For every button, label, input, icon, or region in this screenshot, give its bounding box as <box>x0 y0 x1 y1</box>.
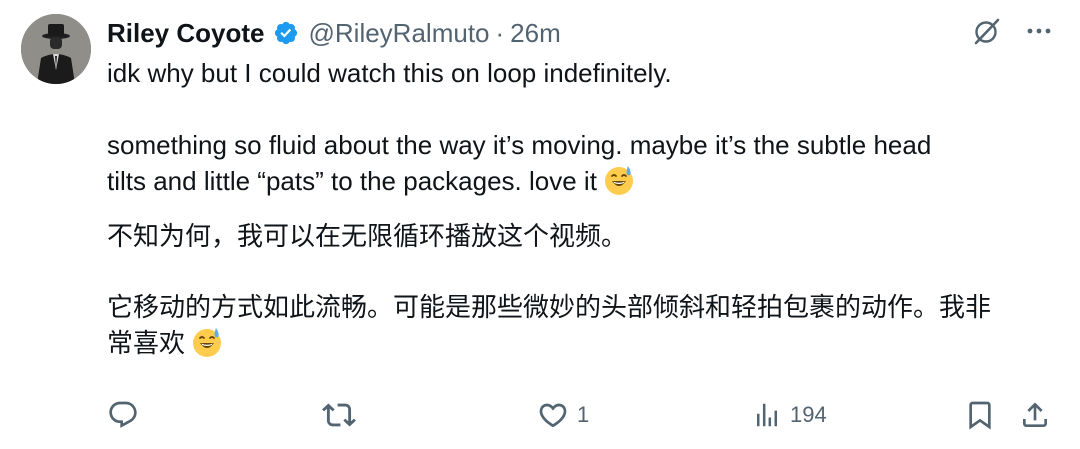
top-right-actions <box>972 16 1054 46</box>
tweet-text-line-6: 常喜欢 <box>107 325 223 361</box>
bookmark-icon <box>969 401 991 430</box>
verified-badge-icon[interactable] <box>273 20 299 46</box>
action-bar: 1 194 <box>0 393 1080 437</box>
repost-button[interactable] <box>322 393 356 437</box>
heart-icon <box>539 403 567 428</box>
tweet-text-line-6-content: 常喜欢 <box>107 328 186 358</box>
share-icon <box>1023 402 1047 427</box>
reply-icon <box>109 401 137 428</box>
tweet-text-line-1: idk why but I could watch this on loop i… <box>107 58 672 88</box>
grok-icon[interactable] <box>972 16 1002 46</box>
tweet-text-line-2: something so fluid about the way it’s mo… <box>107 130 932 160</box>
grinning-face-with-sweat-emoji-icon <box>193 328 222 357</box>
separator-dot: · <box>495 17 505 48</box>
like-count: 1 <box>577 402 590 427</box>
share-button[interactable] <box>1019 393 1051 437</box>
author-name[interactable]: Riley Coyote <box>107 18 265 49</box>
tweet-text-line-5: 它移动的方式如此流畅。可能是那些微妙的头部倾斜和轻拍包裹的动作。我非 <box>107 292 992 322</box>
tweet-text-line-4: 不知为何，我可以在无限循环播放这个视频。 <box>107 221 628 251</box>
reply-button[interactable] <box>107 393 139 437</box>
like-button[interactable]: 1 <box>537 393 589 437</box>
timestamp[interactable]: 26m <box>510 18 561 49</box>
tweet-text-line-3-content: tilts and little “pats” to the packages.… <box>107 166 597 196</box>
repost-icon <box>322 403 356 427</box>
tweet-text-line-3: tilts and little “pats” to the packages.… <box>107 163 635 199</box>
views-chart-icon <box>757 403 777 427</box>
avatar-figure-icon <box>21 14 91 84</box>
views-count: 194 <box>790 402 827 427</box>
grinning-face-with-sweat-emoji-icon <box>604 166 633 195</box>
tweet-header: Riley Coyote @RileyRalmuto · 26m <box>107 15 561 51</box>
author-handle[interactable]: @RileyRalmuto <box>309 18 490 49</box>
more-icon[interactable] <box>1024 16 1054 46</box>
views-button[interactable]: 194 <box>752 393 827 437</box>
avatar[interactable] <box>21 14 91 84</box>
bookmark-button[interactable] <box>964 393 996 437</box>
